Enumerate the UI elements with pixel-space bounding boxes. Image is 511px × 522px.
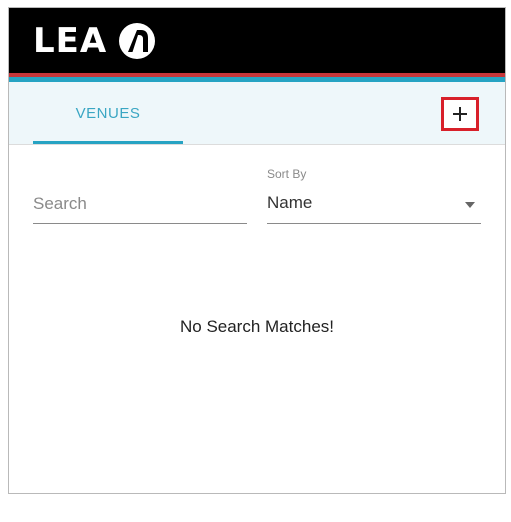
plus-icon bbox=[453, 107, 467, 121]
sort-by-value: Name bbox=[267, 193, 313, 212]
lea-mark-icon bbox=[119, 23, 156, 59]
tab-bar: VENUES bbox=[9, 82, 505, 145]
empty-results-message: No Search Matches! bbox=[179, 317, 334, 336]
sort-by-select[interactable]: Name bbox=[267, 189, 481, 224]
search-input[interactable] bbox=[33, 189, 247, 219]
app-header: LEA bbox=[9, 8, 505, 73]
sort-by-label: Sort By bbox=[267, 167, 307, 181]
search-field bbox=[33, 189, 247, 224]
app-window: LEA VENUES Sort By Name No Search Mat bbox=[8, 7, 506, 494]
tab-venues[interactable]: VENUES bbox=[33, 82, 183, 144]
tab-venues-label: VENUES bbox=[75, 104, 141, 122]
add-venue-button[interactable] bbox=[441, 97, 479, 131]
caret-down-icon bbox=[465, 202, 475, 208]
tab-active-indicator bbox=[33, 141, 183, 144]
brand-logo: LEA bbox=[33, 21, 157, 61]
logo-text: LEA bbox=[33, 21, 108, 61]
